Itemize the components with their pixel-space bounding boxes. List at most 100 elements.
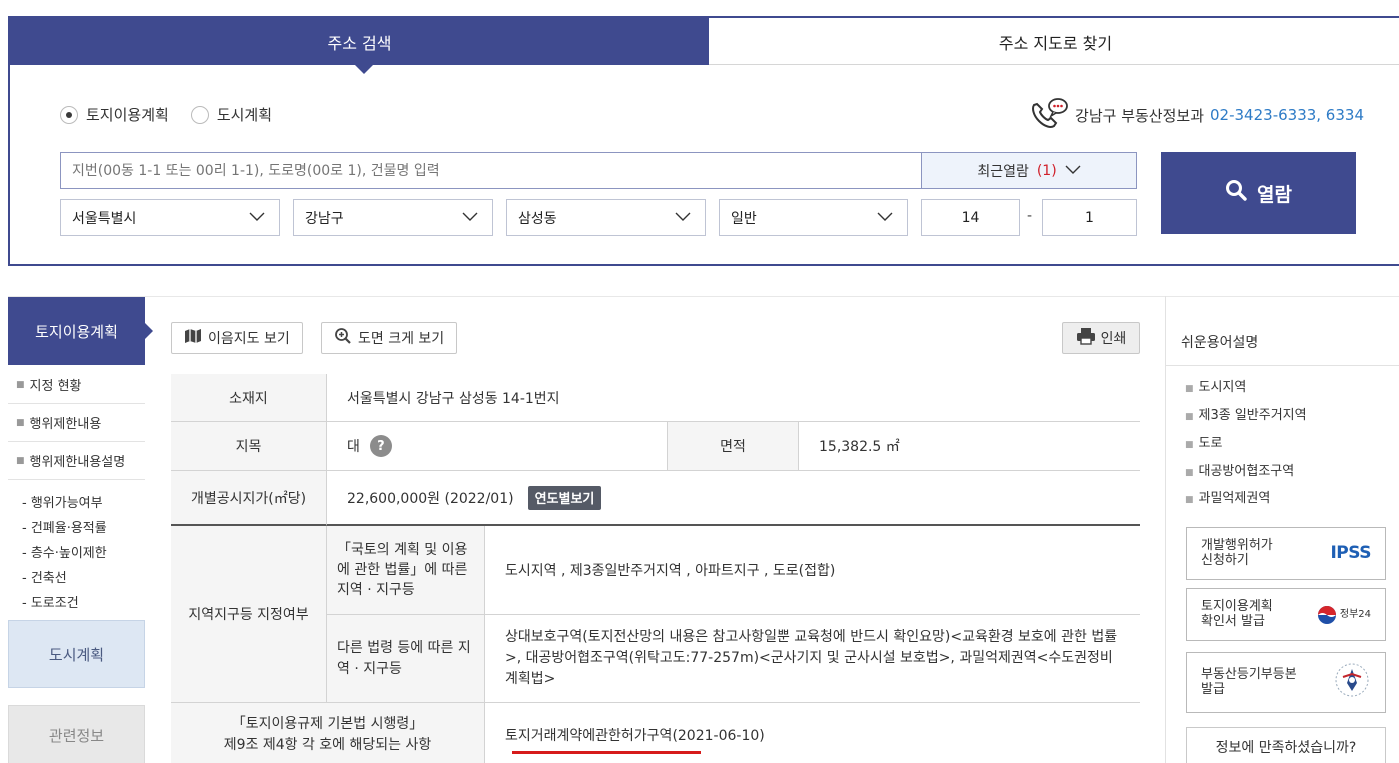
- sidebar-item-label: 행위제한내용: [29, 417, 102, 432]
- sidebar-sub-height[interactable]: - 층수·높이제한: [22, 542, 107, 561]
- sidebar-item-restrictions[interactable]: ■ 행위제한내용: [8, 404, 145, 442]
- map-icon: [184, 328, 202, 348]
- price-value-cell: 22,600,000원 (2022/01) 연도별보기: [327, 471, 1140, 526]
- decree-value: 토지거래계약에관한허가구역(2021-06-10): [485, 703, 1140, 763]
- address-search-input[interactable]: [60, 152, 922, 189]
- contact-phone[interactable]: 02-3423-6333, 6334: [1210, 106, 1364, 124]
- tab-address-search[interactable]: 주소 검색: [10, 18, 709, 74]
- search-tabs: 주소 검색 주소 지도로 찾기: [10, 18, 1399, 74]
- radio-city-plan[interactable]: 도시계획: [190, 104, 273, 125]
- recent-view-count: (1): [1036, 162, 1057, 179]
- chevron-down-icon: [675, 210, 691, 226]
- radio-off-icon[interactable]: [190, 105, 209, 124]
- dong-select-value: 삼성동: [518, 210, 557, 227]
- bullet-icon: ■: [16, 417, 25, 428]
- dong-select[interactable]: 삼성동: [506, 199, 706, 236]
- print-label: 인쇄: [1100, 331, 1127, 347]
- ipss-logo: IPSS: [1330, 542, 1371, 563]
- lot-separator: -: [1027, 208, 1033, 224]
- term-item[interactable]: ■ 과밀억제권역: [1185, 487, 1270, 506]
- price-value: 22,600,000원 (2022/01): [347, 490, 514, 507]
- land-plan-certificate-link[interactable]: 토지이용계획 확인서 발급 정부24: [1186, 588, 1386, 641]
- plan-type-radio-group: 토지이용계획 도시계획: [60, 104, 272, 125]
- lot-sub-number-input[interactable]: 1: [1042, 199, 1137, 236]
- gov24-logo-text: 정부24: [1339, 608, 1371, 620]
- chevron-down-icon: [462, 210, 478, 226]
- sidebar-related-info[interactable]: 관련정보: [8, 705, 145, 763]
- contact-info: 강남구 부동산정보과 02-3423-6333, 6334: [1029, 96, 1364, 134]
- chevron-down-icon: [1065, 163, 1081, 179]
- sidebar-header[interactable]: 토지이용계획: [8, 297, 153, 365]
- sidebar-item-label: 지정 현황: [29, 379, 82, 394]
- bullet-icon: ■: [1185, 440, 1194, 450]
- bullet-icon: ■: [1185, 384, 1194, 394]
- term-label: 과밀억제권역: [1198, 491, 1271, 506]
- map-view-label: 이음지도 보기: [208, 331, 290, 347]
- term-item[interactable]: ■ 도시지역: [1185, 376, 1246, 395]
- term-item[interactable]: ■ 대공방어협조구역: [1185, 460, 1294, 479]
- category-value-cell: 대 ?: [327, 422, 668, 471]
- term-item[interactable]: ■ 도로: [1185, 432, 1222, 451]
- easy-terms-divider: [1166, 365, 1399, 366]
- phone-chat-icon: [1029, 96, 1069, 134]
- view-button[interactable]: 열람: [1161, 152, 1356, 234]
- city-select[interactable]: 서울특별시: [60, 199, 280, 236]
- radio-land-use-label: 토지이용계획: [86, 106, 169, 124]
- sidebar-sub-coverage[interactable]: - 건폐율·용적률: [22, 517, 107, 536]
- court-emblem-icon: [1333, 661, 1371, 704]
- radio-land-use[interactable]: 토지이용계획: [60, 104, 169, 125]
- search-icon: [1225, 179, 1247, 207]
- area-value: 15,382.5 ㎡: [799, 422, 1140, 471]
- bullet-icon: ■: [1185, 412, 1194, 422]
- term-label: 도로: [1198, 436, 1223, 451]
- area-header: 면적: [668, 422, 799, 471]
- zoom-in-icon: [334, 327, 352, 349]
- view-button-label: 열람: [1257, 184, 1292, 206]
- content-top-divider: [8, 296, 1399, 297]
- sidebar-item-restriction-details[interactable]: ■ 행위제한내용설명: [8, 442, 145, 480]
- registry-certificate-label: 부동산등기부등본 발급: [1201, 666, 1297, 697]
- easy-terms-title: 쉬운용어설명: [1181, 335, 1259, 351]
- city-select-value: 서울특별시: [72, 210, 137, 227]
- location-value: 서울특별시 강남구 삼성동 14-1번지: [327, 374, 1140, 422]
- category-value: 대: [347, 439, 360, 455]
- sidebar-sub-permitted[interactable]: - 행위가능여부: [22, 492, 103, 511]
- term-item[interactable]: ■ 제3종 일반주거지역: [1185, 404, 1307, 423]
- help-icon[interactable]: ?: [369, 435, 392, 457]
- contact-label: 강남구 부동산정보과: [1075, 106, 1205, 125]
- map-view-button[interactable]: 이음지도 보기: [171, 322, 303, 354]
- satisfaction-survey[interactable]: 정보에 만족하셨습니까?: [1186, 727, 1386, 763]
- category-header: 지목: [171, 422, 327, 471]
- radio-on-icon[interactable]: [60, 105, 78, 124]
- registry-certificate-link[interactable]: 부동산등기부등본 발급: [1186, 652, 1386, 713]
- law1-value: 도시지역 , 제3종일반주거지역 , 아파트지구 , 도로(접합): [485, 526, 1140, 615]
- year-view-button[interactable]: 연도별보기: [527, 485, 602, 510]
- sidebar-sub-road[interactable]: - 도로조건: [22, 592, 79, 611]
- sidebar-item-label: 행위제한내용설명: [29, 455, 126, 470]
- zone-header: 지역지구등 지정여부: [171, 526, 327, 703]
- lot-type-select[interactable]: 일반: [719, 199, 908, 236]
- sidebar-sub-building-line[interactable]: - 건축선: [22, 567, 67, 586]
- sidebar-item-designation[interactable]: ■ 지정 현황: [8, 366, 145, 404]
- chevron-down-icon: [877, 210, 893, 226]
- bullet-icon: ■: [16, 379, 25, 390]
- law1-header: 「국토의 계획 및 이용에 관한 법률」에 따른 지역 · 지구등: [327, 526, 485, 615]
- sidebar-city-plan[interactable]: 도시계획: [8, 620, 145, 688]
- law2-header: 다른 법령 등에 따른 지역 · 지구등: [327, 615, 485, 703]
- dev-permit-link[interactable]: 개발행위허가 신청하기 IPSS: [1186, 527, 1386, 580]
- radio-city-plan-label: 도시계획: [216, 106, 273, 124]
- gov24-logo: 정부24: [1317, 605, 1371, 625]
- highlight-underline: [512, 751, 701, 754]
- district-select[interactable]: 강남구: [293, 199, 493, 236]
- zoom-view-button[interactable]: 도면 크게 보기: [321, 322, 458, 354]
- right-panel-divider: [1165, 296, 1166, 763]
- land-plan-certificate-label: 토지이용계획 확인서 발급: [1201, 598, 1273, 629]
- recent-view-dropdown[interactable]: 최근열람 (1): [921, 152, 1137, 189]
- printer-icon: [1076, 327, 1096, 349]
- tab-map-search[interactable]: 주소 지도로 찾기: [709, 18, 1399, 65]
- print-button[interactable]: 인쇄: [1062, 322, 1140, 354]
- lot-main-number-input[interactable]: 14: [921, 199, 1020, 236]
- decree-label-line-2: 제9조 제4항 각 호에 해당되는 사항: [223, 737, 432, 753]
- recent-view-label: 최근열람: [977, 163, 1029, 180]
- decree-header: 「토지이용규제 기본법 시행령」 제9조 제4항 각 호에 해당되는 사항: [171, 703, 485, 763]
